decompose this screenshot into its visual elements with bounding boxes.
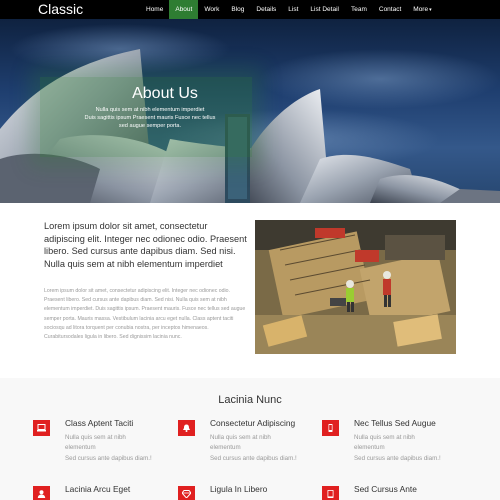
feature-text: elementum xyxy=(65,444,96,451)
tablet-icon xyxy=(322,486,339,500)
hero-title: About Us xyxy=(132,85,198,102)
top-navbar: Classic Home About Work Blog Details Lis… xyxy=(0,0,500,19)
feature-text: Nulla quis sem at nibh xyxy=(210,434,271,441)
brand-logo[interactable]: Classic xyxy=(38,1,83,18)
hero-subtitle-line: sed augue semper porta. xyxy=(118,123,182,129)
mobile-icon xyxy=(322,420,339,436)
feature-text: elementum xyxy=(354,444,385,451)
nav-item-blog[interactable]: Blog xyxy=(225,0,250,19)
feature-title: Consectetur Adipiscing xyxy=(210,418,296,428)
features-title: Lacinia Nunc xyxy=(218,394,282,406)
nav-item-list[interactable]: List xyxy=(282,0,304,19)
construction-site-photo xyxy=(255,220,456,354)
hero-subtitle-line: Nulla quis sem at nibh elementum imperdi… xyxy=(95,107,205,113)
nav-item-list-detail[interactable]: List Detail xyxy=(304,0,345,19)
diamond-icon xyxy=(178,486,195,500)
hero-subtitle: Nulla quis sem at nibh elementum imperdi… xyxy=(60,106,240,130)
nav-item-more-label: More xyxy=(413,6,429,13)
hero-subtitle-line: Duis sagittis ipsum Praesent mauris Fusc… xyxy=(84,115,216,121)
feature-title: Sed Cursus Ante xyxy=(354,484,417,494)
nav-item-contact[interactable]: Contact xyxy=(373,0,407,19)
feature-text: elementum xyxy=(210,444,241,451)
feature-title: Ligula In Libero xyxy=(210,484,268,494)
feature-title: Lacinia Arcu Eget xyxy=(65,484,131,494)
nav-item-about[interactable]: About xyxy=(169,0,199,19)
feature-title: Nec Tellus Sed Augue xyxy=(354,418,436,428)
feature-text: Nulla quis sem at nibh xyxy=(65,434,126,441)
feature-text: Nulla quis sem at nibh xyxy=(354,434,415,441)
hero-title-wrap: About Us xyxy=(0,85,500,103)
nav-item-team[interactable]: Team xyxy=(345,0,373,19)
user-icon xyxy=(33,486,50,500)
feature-text: Sed cursus ante dapibus diam.! xyxy=(210,455,297,462)
caret-down-icon: ▾ xyxy=(429,7,432,13)
main-menu: Home About Work Blog Details List List D… xyxy=(140,0,438,19)
nav-item-details[interactable]: Details xyxy=(250,0,282,19)
nav-item-home[interactable]: Home xyxy=(140,0,169,19)
nav-item-more[interactable]: More▾ xyxy=(407,0,437,19)
feature-title: Class Aptent Taciti xyxy=(65,418,134,428)
nav-item-work[interactable]: Work xyxy=(198,0,225,19)
bell-icon xyxy=(178,420,195,436)
construction-photo-illustration xyxy=(255,220,456,354)
laptop-icon xyxy=(33,420,50,436)
hero-banner: About Us Nulla quis sem at nibh elementu… xyxy=(0,19,500,203)
about-section: Lorem ipsum dolor sit amet, consectetur … xyxy=(0,203,500,378)
feature-text: Sed cursus ante dapibus diam.! xyxy=(354,455,441,462)
feature-text: Sed cursus ante dapibus diam.! xyxy=(65,455,152,462)
about-body-text: Lorem ipsum dolor sit amet, consectetur … xyxy=(44,288,246,341)
about-heading: Lorem ipsum dolor sit amet, consectetur … xyxy=(44,221,247,269)
features-section: Lacinia Nunc Class Aptent Taciti Nulla q… xyxy=(0,378,500,500)
